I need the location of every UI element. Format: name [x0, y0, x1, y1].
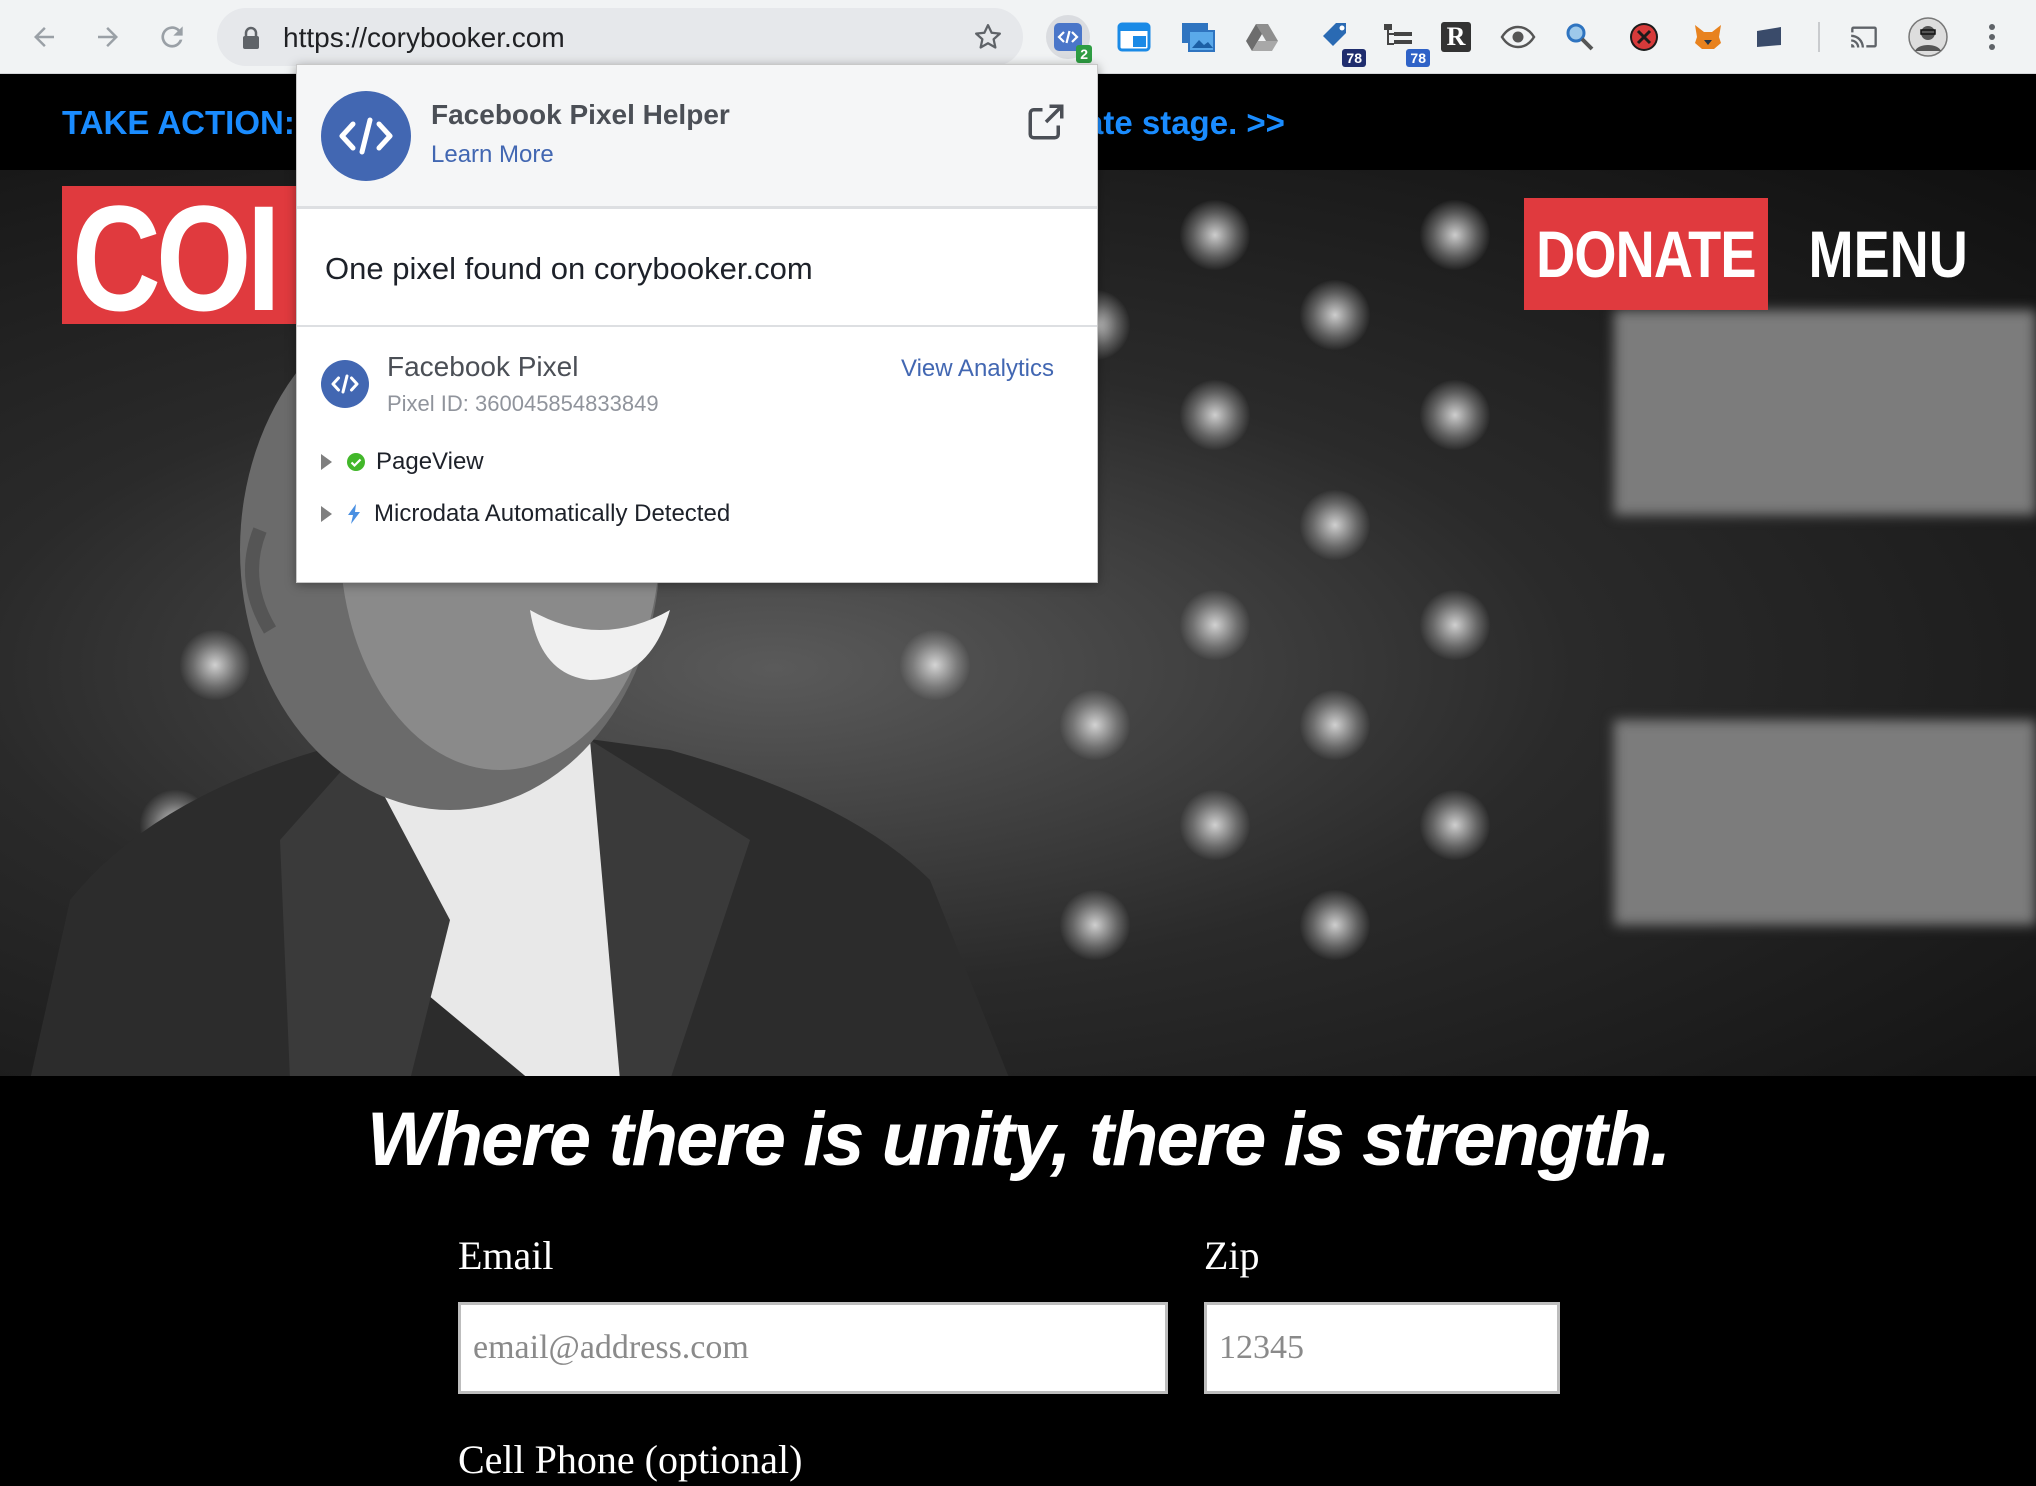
card-icon: [1757, 27, 1781, 47]
tree-icon: [1384, 24, 1412, 45]
learn-more-link[interactable]: Learn More: [431, 141, 554, 169]
code-brackets-icon: [339, 117, 393, 155]
card-extension[interactable]: [1748, 15, 1792, 59]
address-bar[interactable]: https://corybooker.com: [217, 8, 1023, 66]
eye-extension[interactable]: [1496, 15, 1540, 59]
menu-label: MENU: [1808, 217, 1968, 291]
r-icon: R: [1441, 22, 1471, 52]
screenshot-icon: [1182, 23, 1215, 52]
eye-icon: [1500, 25, 1536, 49]
code-brackets-icon: [331, 374, 359, 394]
expand-triangle-icon: [321, 506, 332, 522]
logo-text: COI: [72, 186, 281, 324]
fox-icon: [1695, 25, 1721, 49]
open-external-icon[interactable]: [1025, 101, 1067, 143]
menu-dots-icon: [1989, 24, 1995, 50]
cast-icon: [1851, 26, 1877, 48]
flag-star: [1420, 790, 1490, 860]
browser-toolbar: https://corybooker.com 2 78 78 R: [0, 0, 2036, 74]
flag-star: [1300, 490, 1370, 560]
email-label: Email: [458, 1233, 554, 1278]
tagline: Where there is unity, there is strength.: [366, 1097, 1671, 1182]
zip-field[interactable]: [1207, 1305, 1557, 1391]
flag-stripe: [1614, 720, 2036, 925]
take-action-banner[interactable]: TAKE ACTION: C: [62, 104, 328, 142]
blocker-extension[interactable]: [1622, 15, 1666, 59]
flag-star: [1300, 280, 1370, 350]
toolbar-divider: [1818, 22, 1820, 52]
donate-button[interactable]: DONATE: [1524, 198, 1768, 310]
tag-icon: [1323, 23, 1346, 46]
forward-button[interactable]: [88, 17, 128, 57]
window-extension[interactable]: [1112, 15, 1156, 59]
view-analytics-link[interactable]: View Analytics: [901, 355, 1054, 383]
flag-star: [1300, 890, 1370, 960]
donate-label: DONATE: [1536, 217, 1756, 291]
pixel-helper-logo: [321, 91, 411, 181]
cast-button[interactable]: [1842, 15, 1886, 59]
drive-extension[interactable]: [1240, 15, 1284, 59]
pixel-found-text: One pixel found on corybooker.com: [325, 251, 813, 286]
pixel-logo: [321, 360, 369, 408]
divider: [297, 325, 1097, 327]
expand-triangle-icon: [321, 454, 332, 470]
extension-badge: 78: [1406, 49, 1430, 67]
event-label: PageView: [376, 448, 484, 475]
drive-icon: [1246, 24, 1278, 51]
check-circle-icon: [347, 453, 365, 471]
fox-extension[interactable]: [1686, 15, 1730, 59]
forward-arrow-icon: [98, 27, 118, 47]
lightning-icon: [348, 504, 360, 524]
flag-star: [1300, 690, 1370, 760]
tree-extension[interactable]: 78: [1376, 15, 1430, 67]
browser-menu-button[interactable]: [1970, 15, 2014, 59]
back-arrow-icon: [34, 27, 54, 47]
pixel-helper-popup: Facebook Pixel Helper Learn More One pix…: [296, 64, 1098, 583]
flag-star: [1420, 380, 1490, 450]
extension-badge: 78: [1342, 49, 1366, 67]
flag-star: [1420, 200, 1490, 270]
cell-phone-label: Cell Phone (optional): [458, 1437, 803, 1482]
popup-header: Facebook Pixel Helper Learn More: [297, 65, 1097, 209]
screenshot-extension[interactable]: [1176, 15, 1220, 59]
r-extension[interactable]: R: [1434, 15, 1478, 59]
flag-stripe: [1614, 310, 2036, 515]
facebook-pixel-helper-extension[interactable]: 2: [1046, 15, 1092, 63]
flag-star: [1180, 200, 1250, 270]
bookmark-star-icon[interactable]: [973, 22, 1003, 52]
extension-badge: 2: [1076, 45, 1092, 63]
event-microdata[interactable]: Microdata Automatically Detected: [321, 497, 730, 531]
url-text: https://corybooker.com: [283, 22, 565, 53]
popup-title: Facebook Pixel Helper: [431, 99, 730, 130]
event-pageview[interactable]: PageView: [321, 445, 484, 479]
tag-extension[interactable]: 78: [1314, 15, 1366, 67]
lock-icon: [243, 26, 259, 49]
event-label: Microdata Automatically Detected: [374, 500, 731, 527]
email-field[interactable]: [461, 1305, 1165, 1391]
take-action-banner-continued[interactable]: ate stage. >>: [1085, 104, 1285, 142]
email-field-wrapper: [458, 1302, 1168, 1394]
pixel-name: Facebook Pixel: [387, 351, 579, 382]
pixel-id: Pixel ID: 360045854833849: [387, 391, 659, 416]
zip-field-wrapper: [1204, 1302, 1560, 1394]
menu-button[interactable]: MENU: [1790, 198, 1986, 310]
back-button[interactable]: [24, 17, 64, 57]
flag-star: [1420, 590, 1490, 660]
profile-button[interactable]: [1906, 15, 1950, 59]
magnifier-extension[interactable]: [1558, 15, 1602, 59]
window-icon: [1117, 22, 1151, 52]
site-logo[interactable]: COI: [62, 186, 302, 324]
magnifier-icon: [1566, 23, 1594, 51]
profile-icon: [1908, 17, 1948, 57]
blocker-icon: [1630, 23, 1658, 51]
reload-button[interactable]: [152, 17, 192, 57]
reload-icon: [161, 26, 183, 48]
zip-label: Zip: [1204, 1233, 1260, 1278]
